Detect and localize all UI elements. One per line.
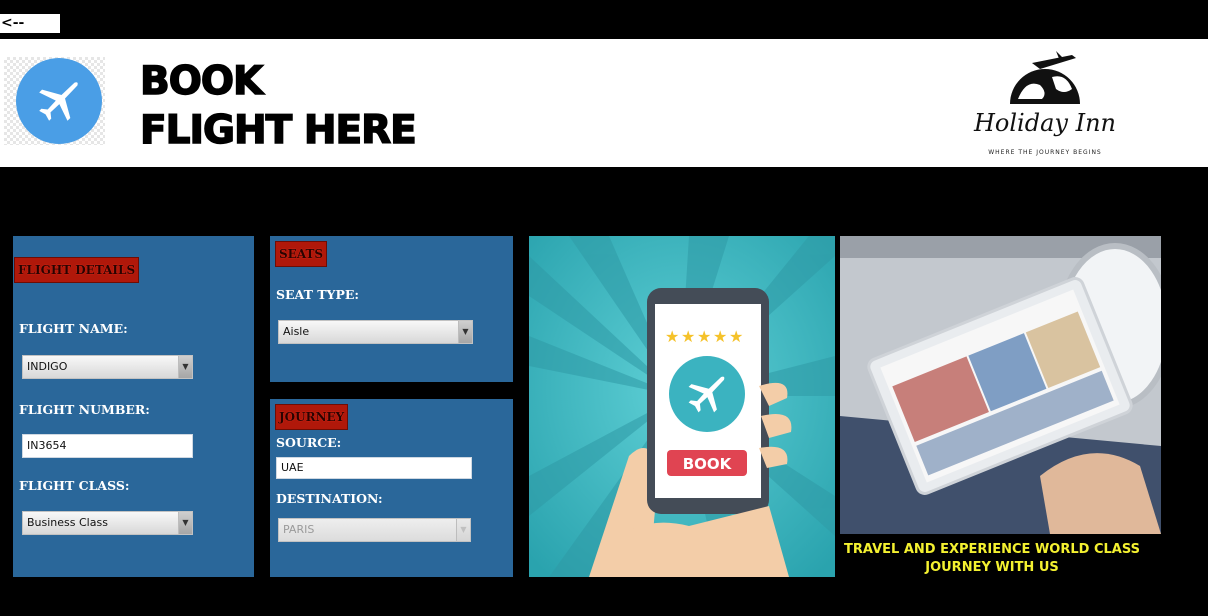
title-line-1: BOOK [139,58,264,105]
airplane-icon [16,58,102,144]
source-label: SOURCE: [276,435,342,450]
seats-tag: SEATS [275,241,328,267]
flight-name-label: FLIGHT NAME: [19,321,128,336]
chevron-down-icon: ▼ [178,356,192,378]
flight-class-label: FLIGHT CLASS: [19,478,130,493]
svg-text:★: ★ [729,327,743,346]
destination-label: DESTINATION: [276,491,383,506]
destination-select[interactable]: PARIS ▼ [278,518,471,542]
journey-panel: JOURNEY SOURCE: UAE DESTINATION: PARIS ▼ [270,399,513,577]
page-title: BOOK FLIGHT HERE [139,57,417,155]
source-input[interactable]: UAE [276,457,472,479]
journey-tag: JOURNEY [275,404,349,430]
seats-panel: SEATS SEAT TYPE: Aisle ▼ [270,236,513,382]
rating-stars: ★ ★ ★ ★ ★ [665,327,743,346]
flight-name-select[interactable]: INDIGO ▼ [22,355,193,379]
caption-line-1: TRAVEL AND EXPERIENCE WORLD CLASS [844,542,1140,557]
flight-class-select[interactable]: Business Class ▼ [22,511,193,535]
chevron-down-icon: ▼ [458,321,472,343]
brand-logo: Holiday Inn WHERE THE JOURNEY BEGINS [960,49,1130,161]
travel-tablet-image [840,236,1161,534]
chevron-down-icon: ▼ [178,512,192,534]
brand-tagline: WHERE THE JOURNEY BEGINS [988,149,1102,156]
svg-text:★: ★ [713,327,727,346]
flight-class-value: Business Class [27,516,108,529]
caption-line-2: JOURNEY WITH US [925,560,1059,575]
chevron-down-icon: ▼ [456,519,470,541]
page-header: BOOK FLIGHT HERE Holiday Inn WHERE THE J… [0,39,1208,167]
title-line-2: FLIGHT HERE [139,107,417,154]
globe-plane-icon [1010,51,1080,104]
svg-text:★: ★ [665,327,679,346]
book-button-label: BOOK [683,455,733,473]
svg-text:★: ★ [697,327,711,346]
phone-booking-image: ★ ★ ★ ★ ★ BOOK [529,236,835,577]
flight-number-input[interactable]: IN3654 [22,434,193,458]
promo-caption: TRAVEL AND EXPERIENCE WORLD CLASS JOURNE… [838,541,1146,577]
flight-number-label: FLIGHT NUMBER: [19,402,150,417]
app-logo [4,57,105,145]
svg-text:★: ★ [681,327,695,346]
destination-value: PARIS [283,523,315,536]
brand-name: Holiday Inn [974,109,1116,137]
flight-details-tag: FLIGHT DETAILS [14,257,140,283]
seat-type-select[interactable]: Aisle ▼ [278,320,473,344]
flight-details-panel: FLIGHT DETAILS FLIGHT NAME: INDIGO ▼ FLI… [13,236,254,577]
seat-type-label: SEAT TYPE: [276,287,359,302]
booking-app-illustration: ★ ★ ★ ★ ★ BOOK [529,236,835,577]
seat-type-value: Aisle [283,325,310,338]
back-button[interactable]: <--Back [0,14,60,50]
tablet-travel-photo [840,236,1161,534]
flight-name-value: INDIGO [27,360,68,373]
